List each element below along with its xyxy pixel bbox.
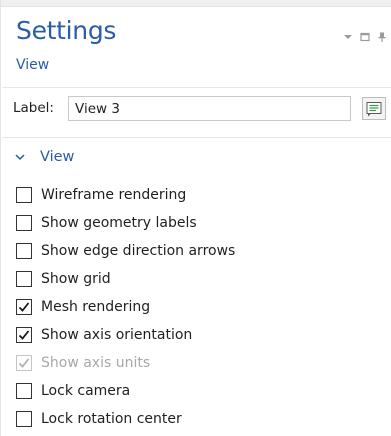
pin-icon[interactable] bbox=[377, 27, 387, 42]
label-divider bbox=[2, 137, 391, 138]
section-title: View bbox=[40, 149, 75, 165]
option-show-grid[interactable]: Show grid bbox=[16, 269, 111, 289]
option-show-edge-direction-arrows[interactable]: Show edge direction arrows bbox=[16, 241, 235, 261]
option-label: Show grid bbox=[41, 271, 111, 287]
option-mesh-rendering[interactable]: Mesh rendering bbox=[16, 297, 150, 317]
option-lock-rotation-center[interactable]: Lock rotation center bbox=[16, 409, 182, 429]
option-label: Show axis units bbox=[41, 355, 151, 371]
option-show-axis-units: Show axis units bbox=[16, 353, 150, 373]
option-show-axis-orientation[interactable]: Show axis orientation bbox=[16, 325, 192, 345]
checkbox[interactable] bbox=[16, 243, 32, 259]
option-label: Show geometry labels bbox=[41, 215, 197, 231]
label-input[interactable] bbox=[68, 96, 351, 121]
checkbox[interactable] bbox=[16, 411, 32, 427]
checkbox bbox=[16, 355, 32, 371]
panel-top-strip bbox=[1, 0, 391, 7]
window-controls bbox=[343, 27, 387, 42]
maximize-icon[interactable] bbox=[360, 27, 370, 42]
checkbox[interactable] bbox=[16, 383, 32, 399]
checkmark-icon bbox=[18, 302, 30, 312]
panel-title: Settings bbox=[16, 16, 117, 45]
chevron-down-icon bbox=[15, 154, 25, 161]
option-label: Lock camera bbox=[41, 383, 131, 399]
checkmark-icon bbox=[18, 358, 30, 368]
option-label: Show axis orientation bbox=[41, 327, 193, 343]
option-lock-camera[interactable]: Lock camera bbox=[16, 381, 130, 401]
header-divider bbox=[2, 87, 391, 88]
option-show-geometry-labels[interactable]: Show geometry labels bbox=[16, 213, 197, 233]
label-edit-icon bbox=[366, 101, 382, 116]
option-label: Show edge direction arrows bbox=[41, 243, 236, 259]
section-view-header[interactable]: View bbox=[13, 146, 74, 168]
settings-panel: Settings View Label: View 3 View Wirefra… bbox=[0, 0, 391, 436]
checkmark-icon bbox=[18, 330, 30, 340]
checkbox[interactable] bbox=[16, 215, 32, 231]
dropdown-arrow-icon[interactable] bbox=[343, 27, 353, 39]
label-edit-button[interactable] bbox=[362, 97, 386, 120]
option-label: Lock rotation center bbox=[41, 411, 182, 427]
checkbox[interactable] bbox=[16, 327, 32, 343]
option-label: Mesh rendering bbox=[41, 299, 151, 315]
checkbox[interactable] bbox=[16, 299, 32, 315]
option-label: Wireframe rendering bbox=[41, 187, 187, 203]
panel-subtitle: View bbox=[16, 57, 50, 73]
checkbox[interactable] bbox=[16, 187, 32, 203]
checkbox[interactable] bbox=[16, 271, 32, 287]
option-wireframe-rendering[interactable]: Wireframe rendering bbox=[16, 185, 186, 205]
label-field-label: Label: bbox=[13, 100, 54, 116]
